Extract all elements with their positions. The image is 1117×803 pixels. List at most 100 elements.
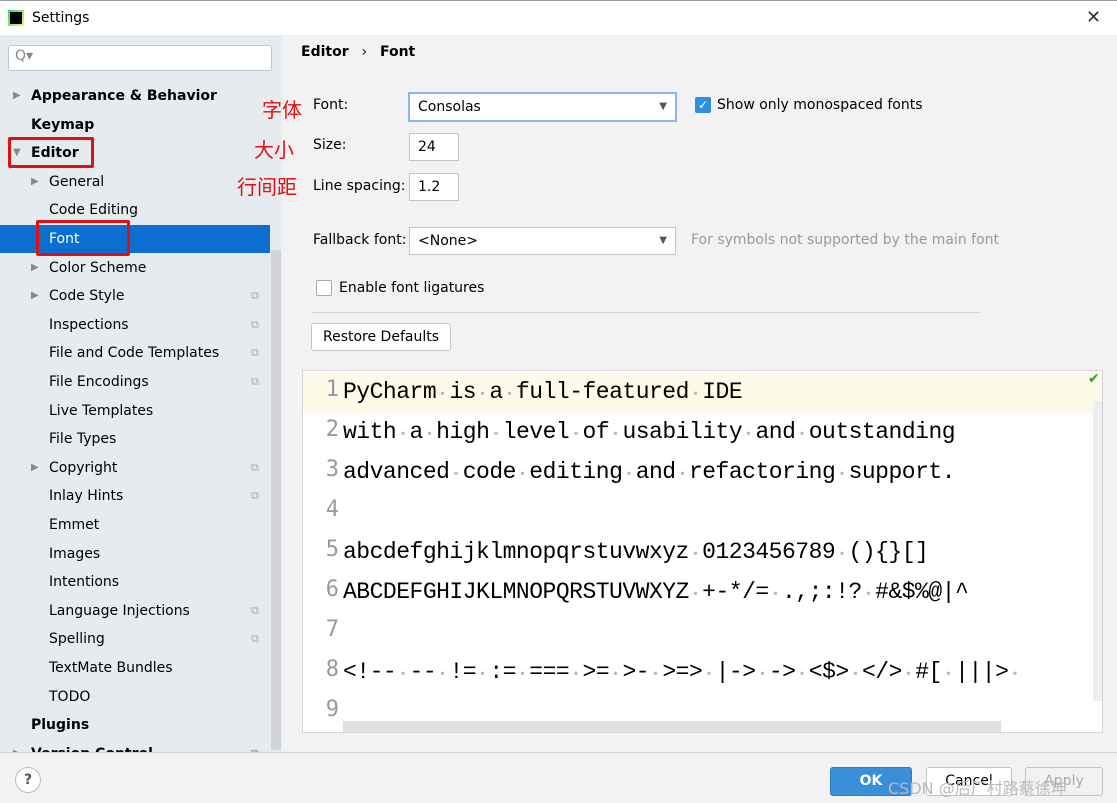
project-settings-icon: ⧉ xyxy=(251,460,259,474)
sidebar-item-label: Live Templates xyxy=(49,402,154,419)
preview-line: with a high level of usability and outst… xyxy=(343,419,956,445)
help-button[interactable]: ? xyxy=(15,767,41,793)
font-dropdown[interactable]: Consolas ▼ xyxy=(408,92,677,122)
sidebar-item[interactable]: ▶ Version Control ⧉ xyxy=(0,740,270,752)
breadcrumb-parent[interactable]: Editor xyxy=(301,44,349,60)
search-input[interactable]: Q▾ xyxy=(8,45,272,71)
window-title: Settings xyxy=(32,10,90,26)
project-settings-icon: ⧉ xyxy=(251,632,259,646)
sidebar-item-label: TextMate Bundles xyxy=(49,660,173,676)
fallback-font-label: Fallback font: xyxy=(313,232,407,248)
breadcrumb: Editor › Font xyxy=(301,44,415,60)
font-value: Consolas xyxy=(418,99,481,115)
pycharm-logo-icon xyxy=(8,10,24,26)
sidebar-item[interactable]: ▶ Code Style ⧉ xyxy=(0,282,270,310)
project-settings-icon: ⧉ xyxy=(251,740,259,752)
project-settings-icon: ⧉ xyxy=(251,603,259,617)
size-label: Size: xyxy=(313,137,347,153)
sidebar-item-label: File and Code Templates xyxy=(49,345,220,362)
sidebar-item[interactable]: Intentions xyxy=(0,568,270,596)
annotation-box-font xyxy=(36,220,130,256)
sidebar-item[interactable]: Spelling ⧉ xyxy=(0,625,270,653)
sidebar-item-label: Code Style xyxy=(49,288,125,305)
sidebar-item-label: Version Control xyxy=(31,740,153,752)
sidebar-item[interactable]: ▶ Appearance & Behavior xyxy=(0,82,270,110)
sidebar-item[interactable]: Live Templates xyxy=(0,397,270,425)
line-number: 2 xyxy=(325,417,339,442)
dialog-footer: ? OK Cancel Apply CSDN @后厂村路蔡徐坤 xyxy=(0,752,1117,803)
line-number: 4 xyxy=(325,497,339,522)
chevron-down-icon: ▼ xyxy=(659,101,667,112)
sidebar-item-label: Language Injections xyxy=(49,602,190,619)
sidebar-item[interactable]: ▶ General xyxy=(0,168,270,196)
breadcrumb-separator: › xyxy=(361,44,368,60)
sidebar-item[interactable]: ▶ Copyright ⧉ xyxy=(0,454,270,482)
line-number: 3 xyxy=(325,457,339,482)
sidebar-item[interactable]: Images xyxy=(0,540,270,568)
project-settings-icon: ⧉ xyxy=(251,375,259,388)
show-monospaced-checkbox[interactable]: ✓ xyxy=(695,97,711,113)
ligatures-label: Enable font ligatures xyxy=(339,280,485,296)
preview-line: ABCDEFGHIJKLMNOPQRSTUVWXYZ +-*/= .,;:!? … xyxy=(343,579,969,605)
annotation-size: 大小 xyxy=(254,138,294,162)
annotation-font: 字体 xyxy=(262,98,302,122)
sidebar-item-label: Color Scheme xyxy=(49,259,147,276)
sidebar-item[interactable]: Plugins xyxy=(0,711,270,739)
line-spacing-label: Line spacing: xyxy=(313,178,406,194)
project-settings-icon: ⧉ xyxy=(251,289,259,303)
chevron-right-icon[interactable]: ▶ xyxy=(31,168,39,196)
sidebar-item[interactable]: File and Code Templates ⧉ xyxy=(0,339,270,367)
ligatures-checkbox[interactable] xyxy=(316,280,332,296)
search-icon: Q▾ xyxy=(15,48,34,64)
line-number: 5 xyxy=(325,537,339,562)
font-label: Font: xyxy=(313,97,349,113)
sidebar-scrollbar[interactable] xyxy=(271,250,281,750)
chevron-right-icon[interactable]: ▶ xyxy=(31,282,39,310)
sidebar-item[interactable]: TODO xyxy=(0,683,270,711)
chevron-right-icon[interactable]: ▶ xyxy=(13,82,21,110)
sidebar-item[interactable]: Keymap xyxy=(0,111,270,139)
sidebar-item-label: Emmet xyxy=(49,517,100,533)
chevron-right-icon[interactable]: ▶ xyxy=(13,740,21,752)
line-spacing-input[interactable]: 1.2 xyxy=(409,173,459,201)
font-preview-editor[interactable]: 1 PyCharm is a full-featured IDE 2 with a h… xyxy=(302,370,1103,733)
sidebar-item[interactable]: Language Injections ⧉ xyxy=(0,597,270,625)
sidebar-item-label: Intentions xyxy=(49,574,120,591)
sidebar-item-label: Plugins xyxy=(31,717,90,734)
restore-defaults-button[interactable]: Restore Defaults xyxy=(311,323,451,351)
size-input[interactable]: 24 xyxy=(409,133,459,161)
line-number: 7 xyxy=(325,617,339,642)
sidebar-item[interactable]: Inlay Hints ⧉ xyxy=(0,482,270,510)
preview-line: abcdefghijklmnopqrstuvwxyz 0123456789 ()… xyxy=(343,539,929,565)
sidebar-item-label: Copyright xyxy=(49,459,118,476)
sidebar-item[interactable]: Inspections ⧉ xyxy=(0,311,270,339)
sidebar-item-label: Inspections xyxy=(49,316,129,333)
chevron-right-icon[interactable]: ▶ xyxy=(31,454,39,482)
sidebar-item-label: File Types xyxy=(49,431,117,448)
preview-line: PyCharm is a full-featured IDE xyxy=(343,379,743,405)
fallback-font-dropdown[interactable]: <None> ▼ xyxy=(409,227,676,255)
sidebar-item-label: Spelling xyxy=(49,631,105,648)
sidebar-item-label: Keymap xyxy=(31,116,95,133)
line-number: 9 xyxy=(325,697,339,722)
preview-horizontal-scrollbar[interactable] xyxy=(343,721,1001,732)
line-number: 6 xyxy=(325,577,339,602)
sidebar-item-label: Appearance & Behavior xyxy=(31,88,217,104)
project-settings-icon: ⧉ xyxy=(251,317,259,331)
sidebar-item[interactable]: File Types xyxy=(0,425,270,453)
annotation-line-spacing: 行间距 xyxy=(237,175,297,199)
chevron-right-icon[interactable]: ▶ xyxy=(31,254,39,282)
watermark: CSDN @后厂村路蔡徐坤 xyxy=(888,779,1067,798)
project-settings-icon: ⧉ xyxy=(251,489,259,503)
fallback-hint: For symbols not supported by the main fo… xyxy=(691,232,1000,248)
sidebar-item[interactable]: File Encodings ⧉ xyxy=(0,368,270,396)
title-bar: Settings ✕ xyxy=(0,0,1117,35)
breadcrumb-current: Font xyxy=(379,44,416,60)
sidebar-item[interactable]: TextMate Bundles xyxy=(0,654,270,682)
fallback-value: <None> xyxy=(418,233,478,249)
preview-vertical-scrollbar[interactable] xyxy=(1093,401,1102,701)
sidebar-item[interactable]: ▶ Color Scheme xyxy=(0,254,270,282)
sidebar-item[interactable]: Emmet xyxy=(0,511,270,539)
close-icon[interactable]: ✕ xyxy=(1086,7,1101,28)
sidebar-item-label: Images xyxy=(49,545,101,562)
